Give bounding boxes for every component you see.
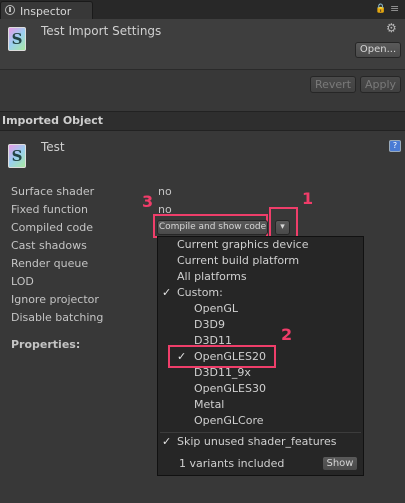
opengles20-check-icon: ✓ (177, 350, 187, 363)
object-name: Test (41, 140, 65, 154)
menu-item-opengl[interactable]: OpenGL (194, 302, 238, 315)
menu-item-all-platforms[interactable]: All platforms (177, 270, 247, 283)
prop-ignore-projector-label: Ignore projector (11, 293, 99, 306)
menu-item-openglcore[interactable]: OpenGLCore (194, 414, 264, 427)
prop-fixed-function-label: Fixed function (11, 203, 88, 216)
menu-item-d3d11-9x[interactable]: D3D11_9x (194, 366, 251, 379)
menu-item-current-graphics-device[interactable]: Current graphics device (177, 238, 308, 251)
annotation-number-2: 2 (281, 325, 293, 344)
tab-inspector[interactable]: Inspector (0, 1, 93, 19)
annotation-number-1: 1 (302, 189, 314, 208)
menu-item-skip-unused-shader-features[interactable]: Skip unused shader_features (177, 435, 336, 448)
revert-button[interactable]: Revert (310, 76, 356, 93)
header-title: Test Import Settings (41, 24, 162, 38)
menu-item-custom[interactable]: Custom: (177, 286, 223, 299)
menu-item-metal[interactable]: Metal (194, 398, 224, 411)
settings-gear-icon[interactable]: ⚙ (386, 21, 397, 35)
tab-label: Inspector (20, 5, 72, 18)
section-title: Imported Object (2, 114, 104, 127)
open-button[interactable]: Open... (355, 42, 401, 58)
prop-surface-shader-value: no (158, 185, 172, 198)
properties-title: Properties: (11, 338, 81, 351)
compile-and-show-code-button[interactable]: Compile and show code (157, 220, 268, 235)
help-icon[interactable]: ? (389, 140, 401, 152)
shader-file-icon: S (8, 27, 26, 51)
skip-features-check-icon: ✓ (162, 435, 172, 448)
compile-dropdown-button[interactable]: ▾ (275, 220, 290, 235)
info-icon (5, 5, 15, 15)
menu-icon[interactable]: ≡ (390, 2, 399, 15)
prop-cast-shadows-label: Cast shadows (11, 239, 87, 252)
show-button[interactable]: Show (322, 456, 358, 471)
prop-surface-shader-label: Surface shader (11, 185, 95, 198)
menu-item-d3d9[interactable]: D3D9 (194, 318, 225, 331)
annotation-number-3: 3 (142, 192, 154, 211)
prop-compiled-code-label: Compiled code (11, 221, 93, 234)
prop-lod-label: LOD (11, 275, 34, 288)
prop-render-queue-label: Render queue (11, 257, 89, 270)
menu-item-opengles20[interactable]: OpenGLES20 (194, 350, 266, 363)
import-settings-header: S Test Import Settings ⚙ Open... (0, 19, 405, 70)
apply-button[interactable]: Apply (360, 76, 401, 93)
prop-disable-batching-label: Disable batching (11, 311, 104, 324)
variants-included-text: 1 variants included (179, 457, 285, 470)
imported-object-section: Imported Object (0, 111, 405, 131)
tab-bar: Inspector 🔒 ≡ (0, 0, 405, 19)
shader-object-icon: S (8, 144, 26, 168)
menu-item-current-build-platform[interactable]: Current build platform (177, 254, 299, 267)
menu-item-opengles30[interactable]: OpenGLES30 (194, 382, 266, 395)
compile-platform-menu: Current graphics device Current build pl… (157, 236, 364, 476)
custom-check-icon: ✓ (162, 286, 172, 299)
lock-icon[interactable]: 🔒 (375, 4, 386, 14)
menu-separator (160, 432, 361, 433)
